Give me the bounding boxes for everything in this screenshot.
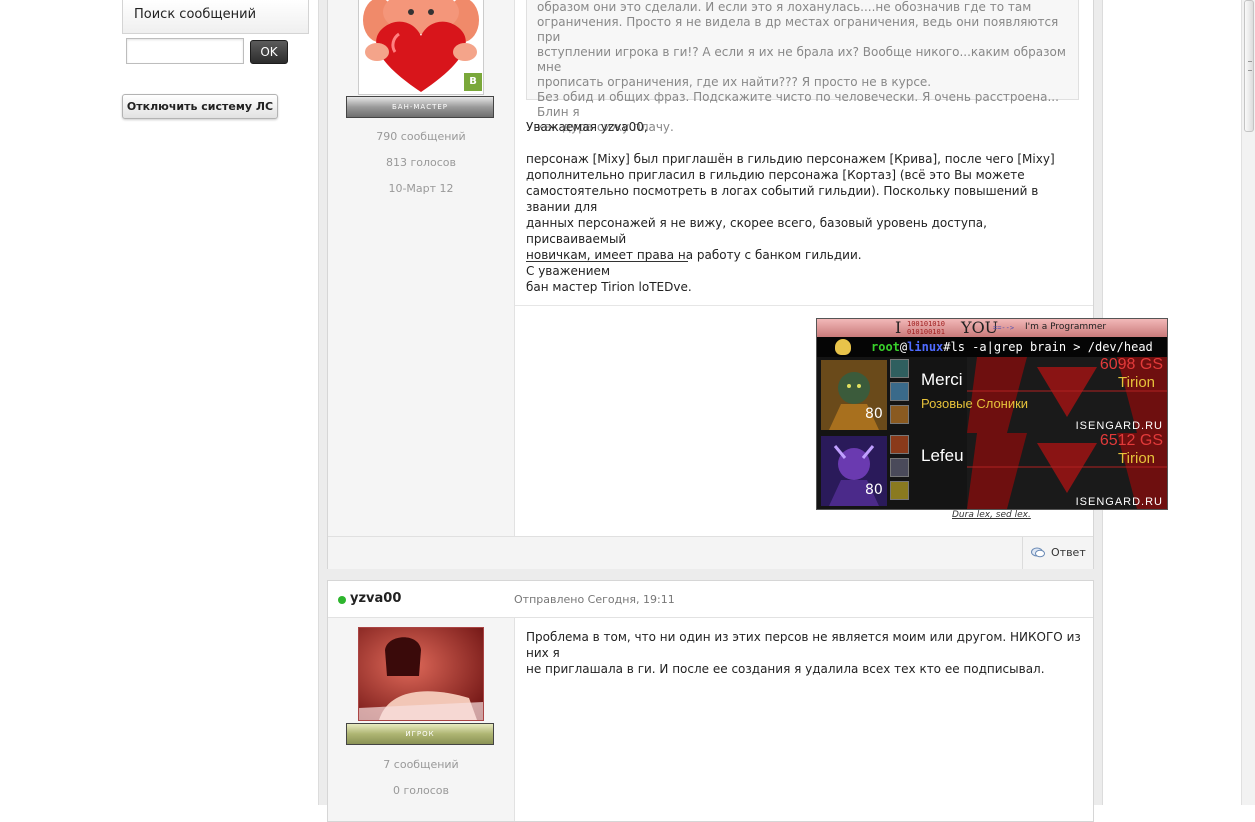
post-body: Проблема в том, что ни один из этих перс…	[526, 629, 1081, 677]
red-portrait-avatar-image	[359, 628, 483, 720]
character-realm: Tirion	[1118, 450, 1155, 467]
search-panel-title: Поиск сообщений	[134, 7, 257, 22]
gear-slot-icon	[890, 359, 909, 378]
sidebar: Поиск сообщений OK Отключить систему ЛС	[0, 0, 318, 805]
scrollbar-thumb[interactable]	[1244, 0, 1254, 132]
post-author-link[interactable]: yzva00	[350, 591, 401, 606]
banner-command-line: root@linux#ls -a|grep brain > /dev/head	[817, 337, 1167, 357]
post-body-line: персонаж [Mixy] был приглашён в гильдию …	[526, 152, 1055, 166]
page-scrollbar[interactable]	[1241, 0, 1255, 805]
cmd-rest: #ls -a|grep brain > /dev/head	[943, 340, 1153, 354]
post-regards: С уважением	[526, 264, 610, 278]
banner-header: I 100101010 010100101 YOU ==--> I'm a Pr…	[817, 319, 1167, 337]
post-header: yzva00 Отправлено Сегодня, 19:11	[328, 581, 1093, 618]
member-group-badge: В	[464, 73, 482, 91]
cmd-user: root	[871, 340, 900, 354]
banner-binary-bottom: 010100101	[907, 328, 945, 336]
banner-programmer: I'm a Programmer	[1025, 322, 1107, 332]
vote-count: 0 голосов	[392, 784, 450, 797]
signature-area: I 100101010 010100101 YOU ==--> I'm a Pr…	[515, 305, 1168, 536]
forum-post: В бан-мастер 790 сообщений 813 голосов 1…	[327, 0, 1168, 569]
quote-block: образом они это сделали. И если это я ло…	[526, 0, 1079, 134]
post-count: 790 сообщений	[376, 130, 466, 143]
post-body-line: данных персонажей я не вижу, скорее всег…	[526, 216, 987, 246]
post-body: персонаж [Mixy] был приглашён в гильдию …	[526, 151, 1081, 263]
character-site: ISENGARD.RU	[1075, 420, 1163, 432]
post-greeting: Уважаемая yzva00,	[526, 120, 648, 134]
author-info-panel: В бан-мастер 790 сообщений 813 голосов 1…	[328, 0, 515, 536]
character-gearscore: 6098 GS	[1099, 357, 1163, 373]
signature-divider	[526, 261, 688, 262]
author-info-panel: игрок 7 сообщений 0 голосов	[328, 618, 515, 821]
post-date: Отправлено Сегодня, 19:11	[514, 593, 675, 606]
post-body-line: самостоятельно посмотреть в логах событи…	[526, 184, 1039, 214]
character-site: ISENGARD.RU	[1075, 496, 1163, 508]
gear-slot-icon	[890, 405, 909, 424]
online-status-icon	[338, 596, 346, 604]
speech-bubble-icon	[1031, 547, 1045, 558]
character-realm: Tirion	[1118, 374, 1155, 391]
quote-line: вступлении игрока в ги!? А если я их не …	[537, 45, 1066, 74]
banner-i-letter: I	[895, 318, 902, 337]
character-card: 80 Lefeu 6512 GS Tirion ISENGARD.RU	[817, 433, 1167, 509]
rank-badge: игрок	[346, 723, 494, 745]
forum-post: yzva00 Отправлено Сегодня, 19:11 игрок 7…	[327, 580, 1094, 822]
quote-line: прописать ограничения, где их найти??? Я…	[537, 75, 932, 89]
gear-slot-icon	[890, 458, 909, 477]
character-level: 80	[865, 406, 883, 422]
post-footer: Ответ	[328, 536, 1093, 569]
search-ok-button[interactable]: OK	[250, 40, 288, 64]
quote-line: Без обид и общих фраз. Подскажите чисто …	[537, 90, 1059, 119]
disable-pm-button[interactable]: Отключить систему ЛС	[122, 94, 278, 119]
rank-badge: бан-мастер	[346, 96, 494, 118]
character-level: 80	[865, 482, 883, 498]
avatar[interactable]	[358, 627, 484, 721]
reply-label: Ответ	[1051, 546, 1086, 559]
character-name: Lefeu	[921, 446, 964, 465]
character-gearscore: 6512 GS	[1099, 433, 1163, 449]
reply-button[interactable]: Ответ	[1022, 537, 1093, 569]
search-panel: Поиск сообщений	[122, 0, 309, 34]
character-name: Merci	[921, 370, 963, 389]
gear-slot-icon	[890, 481, 909, 500]
quote-line: ограничения. Просто я не видела в др мес…	[537, 15, 1059, 44]
gear-slot-icon	[890, 435, 909, 454]
post-body-line: Проблема в том, что ни один из этих перс…	[526, 630, 1081, 660]
scrollbar-grip-icon	[1248, 61, 1252, 71]
signature-motto-link[interactable]: Dura lex, sed lex.	[952, 510, 1031, 520]
quote-line: образом они это сделали. И если это я ло…	[537, 0, 1032, 14]
search-input[interactable]	[126, 38, 244, 64]
post-body-line: дополнительно пригласил в гильдию персон…	[526, 168, 1025, 182]
vote-count: 813 голосов	[385, 156, 457, 169]
banner-binary-top: 100101010	[907, 320, 945, 328]
tux-icon	[835, 339, 851, 355]
character-card: 80 Merci Розовые Слоники 6098 GS Tirion …	[817, 357, 1167, 433]
banner-arrow: ==-->	[993, 324, 1015, 332]
signature-banner: I 100101010 010100101 YOU ==--> I'm a Pr…	[816, 318, 1168, 510]
character-guild: Розовые Слоники	[921, 396, 1029, 411]
join-date: 10-Март 12	[388, 182, 454, 195]
cmd-host: linux	[907, 340, 944, 354]
gear-slot-icon	[890, 382, 909, 401]
post-sign: бан мастер Tirion loTEDve.	[526, 280, 692, 294]
post-count: 7 сообщений	[383, 758, 459, 771]
post-body-line: не приглашала в ги. И после ее создания …	[526, 662, 1045, 676]
